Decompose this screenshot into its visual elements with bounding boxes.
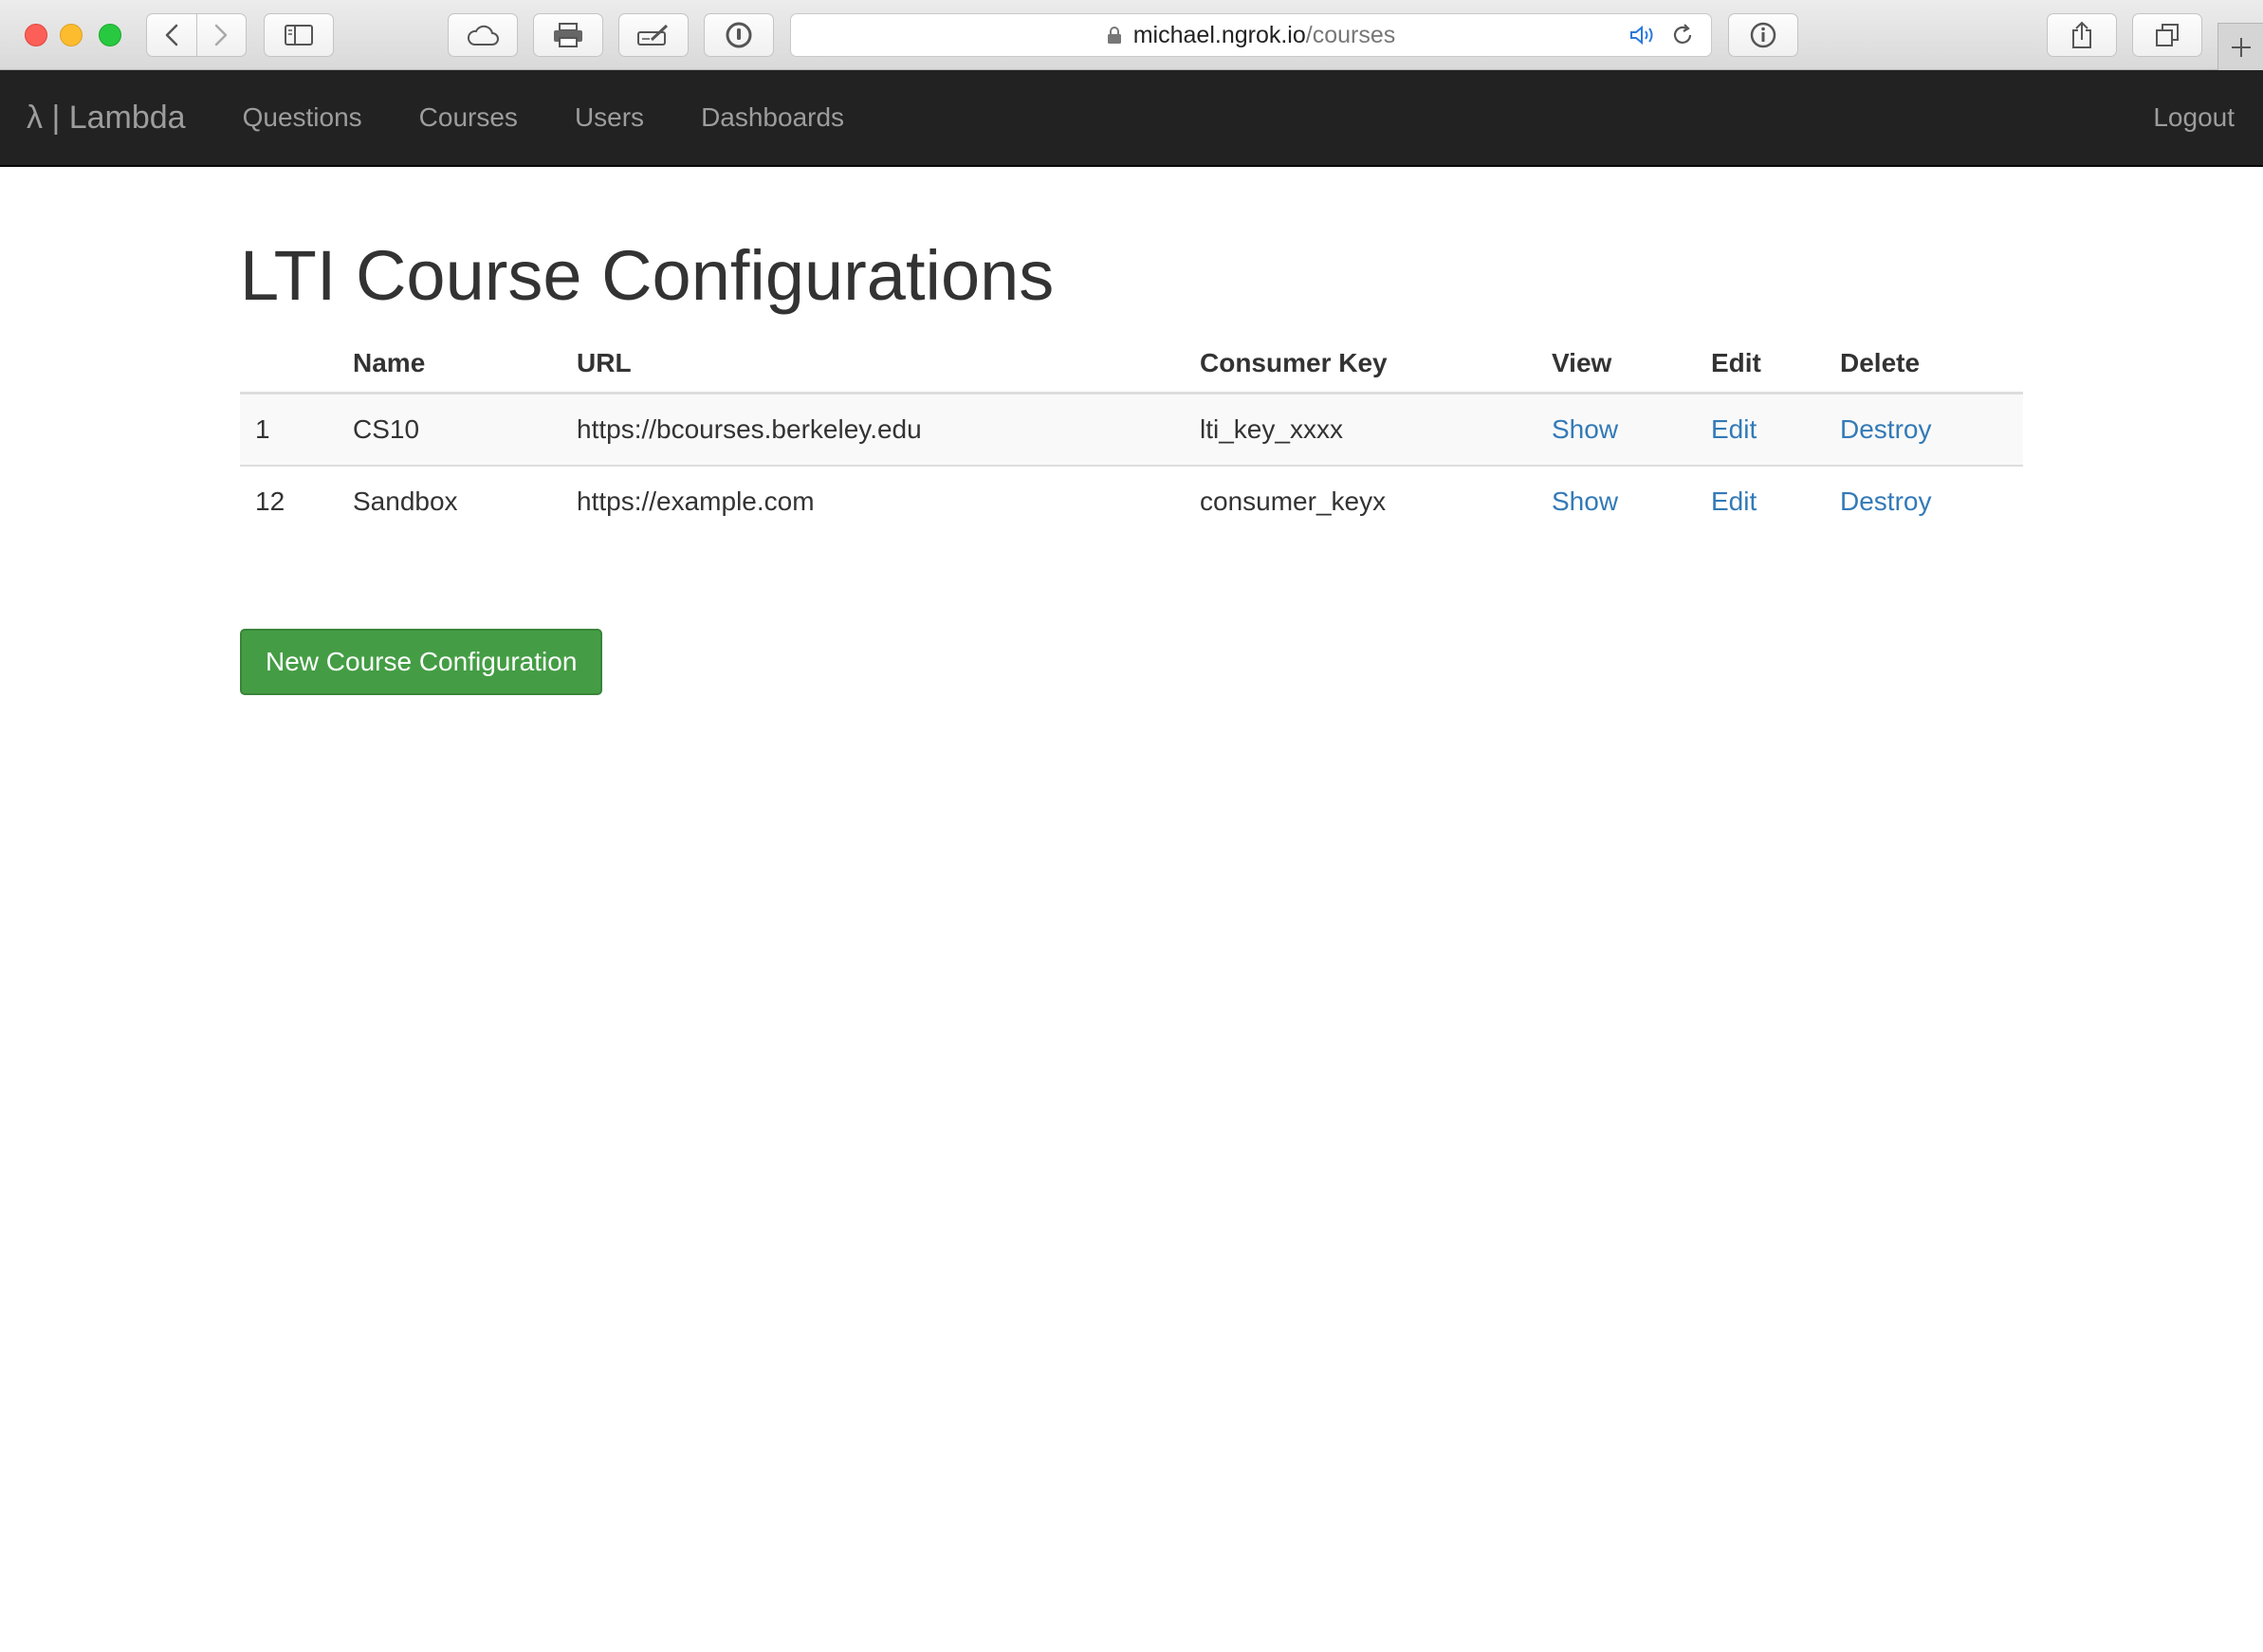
back-icon <box>165 24 177 46</box>
course-config-table: Name URL Consumer Key View Edit Delete 1… <box>240 337 2023 538</box>
nav-link-users[interactable]: Users <box>575 102 644 133</box>
column-header-id <box>240 337 338 395</box>
reload-icon[interactable] <box>1671 24 1694 46</box>
column-header-url: URL <box>561 337 1185 395</box>
markup-icon <box>637 24 669 46</box>
new-tab-icon <box>2231 37 2251 57</box>
nav-link-courses[interactable]: Courses <box>419 102 518 133</box>
destroy-link[interactable]: Destroy <box>1840 414 1931 444</box>
column-header-delete: Delete <box>1825 337 2023 395</box>
edit-link[interactable]: Edit <box>1711 486 1757 516</box>
zoom-window-button[interactable] <box>99 24 121 46</box>
column-header-view: View <box>1536 337 1696 395</box>
app-navbar: λ | Lambda Questions Courses Users Dashb… <box>0 70 2263 167</box>
url-path: /courses <box>1305 21 1396 48</box>
row-view-cell: Show <box>1536 465 1696 538</box>
lock-icon <box>1107 27 1121 44</box>
sidebar-button[interactable] <box>264 13 334 57</box>
row-name: Sandbox <box>338 465 561 538</box>
main-content: LTI Course Configurations Name URL Consu… <box>240 236 2023 696</box>
print-icon <box>554 23 582 47</box>
cloud-icon <box>467 25 499 46</box>
new-course-configuration-button[interactable]: New Course Configuration <box>240 629 603 696</box>
table-row: 1 CS10 https://bcourses.berkeley.edu lti… <box>240 393 2023 467</box>
row-edit-cell: Edit <box>1696 393 1825 467</box>
row-id: 1 <box>240 393 338 467</box>
print-button[interactable] <box>533 13 603 57</box>
column-header-name: Name <box>338 337 561 395</box>
edit-link[interactable]: Edit <box>1711 414 1757 444</box>
show-link[interactable]: Show <box>1552 414 1618 444</box>
row-id: 12 <box>240 465 338 538</box>
row-consumer-key: consumer_keyx <box>1185 465 1536 538</box>
row-edit-cell: Edit <box>1696 465 1825 538</box>
markup-button[interactable] <box>618 13 689 57</box>
icloud-button[interactable] <box>448 13 518 57</box>
tabs-icon <box>2156 24 2179 46</box>
column-header-consumer-key: Consumer Key <box>1185 337 1536 395</box>
table-header-row: Name URL Consumer Key View Edit Delete <box>240 337 2023 395</box>
brand-link[interactable]: λ | Lambda <box>27 100 186 137</box>
share-icon <box>2072 21 2091 48</box>
address-bar[interactable]: michael.ngrok.io/courses <box>790 13 1712 57</box>
page-title: LTI Course Configurations <box>240 236 1055 315</box>
tab-overview-button[interactable] <box>2132 13 2202 57</box>
close-window-button[interactable] <box>25 24 47 46</box>
forward-icon <box>215 24 228 46</box>
row-url: https://bcourses.berkeley.edu <box>561 393 1185 467</box>
column-header-edit: Edit <box>1696 337 1825 395</box>
audio-icon[interactable] <box>1629 25 1658 46</box>
browser-toolbar: michael.ngrok.io/courses <box>0 0 2263 70</box>
destroy-link[interactable]: Destroy <box>1840 486 1931 516</box>
row-delete-cell: Destroy <box>1825 393 2023 467</box>
back-button[interactable] <box>147 14 196 56</box>
minimize-window-button[interactable] <box>60 24 83 46</box>
row-delete-cell: Destroy <box>1825 465 2023 538</box>
nav-link-questions[interactable]: Questions <box>243 102 362 133</box>
url-host: michael.ngrok.io <box>1132 21 1306 48</box>
row-consumer-key: lti_key_xxxx <box>1185 393 1536 467</box>
row-view-cell: Show <box>1536 393 1696 467</box>
password-icon <box>726 22 752 48</box>
new-tab-button[interactable] <box>2217 23 2263 70</box>
table-row: 12 Sandbox https://example.com consumer_… <box>240 465 2023 538</box>
forward-button[interactable] <box>195 14 247 56</box>
reader-info-button[interactable] <box>1728 13 1798 57</box>
logout-link[interactable]: Logout <box>2153 102 2235 133</box>
row-url: https://example.com <box>561 465 1185 538</box>
nav-link-dashboards[interactable]: Dashboards <box>701 102 844 133</box>
history-nav <box>146 13 247 57</box>
info-icon <box>1750 22 1776 48</box>
show-link[interactable]: Show <box>1552 486 1618 516</box>
row-name: CS10 <box>338 393 561 467</box>
share-button[interactable] <box>2047 13 2117 57</box>
sidebar-icon <box>285 25 313 46</box>
password-manager-button[interactable] <box>704 13 774 57</box>
